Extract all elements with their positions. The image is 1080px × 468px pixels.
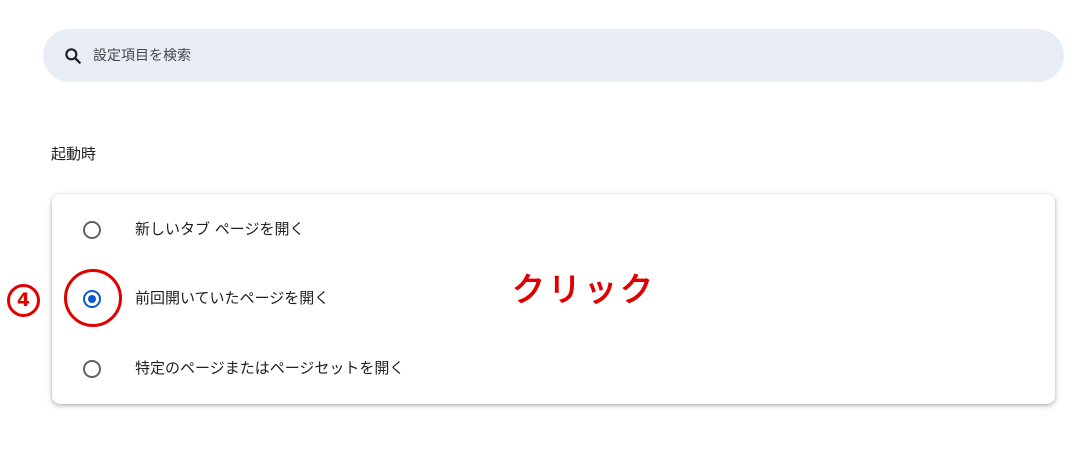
option-label: 前回開いていたページを開く: [135, 289, 330, 307]
option-label: 特定のページまたはページセットを開く: [135, 359, 405, 377]
radio-button-unchecked[interactable]: [83, 360, 101, 378]
startup-option-new-tab[interactable]: 新しいタブ ページを開く: [52, 202, 1055, 258]
radio-button-checked[interactable]: [83, 290, 101, 308]
startup-option-specific-pages[interactable]: 特定のページまたはページセットを開く: [52, 341, 1055, 397]
radio-dot: [88, 295, 96, 303]
section-title-startup: 起動時: [51, 145, 97, 163]
annotation-callout-text: クリック: [512, 270, 656, 309]
search-input[interactable]: [93, 29, 993, 82]
radio-button-unchecked[interactable]: [83, 221, 101, 239]
option-label: 新しいタブ ページを開く: [135, 220, 305, 238]
annotation-step-number: 4: [7, 284, 40, 317]
settings-page: 起動時 新しいタブ ページを開く 前回開いていたページを開く 特定のページまたは…: [0, 0, 1080, 468]
search-icon: [65, 48, 81, 64]
settings-search-bar[interactable]: [43, 29, 1064, 82]
